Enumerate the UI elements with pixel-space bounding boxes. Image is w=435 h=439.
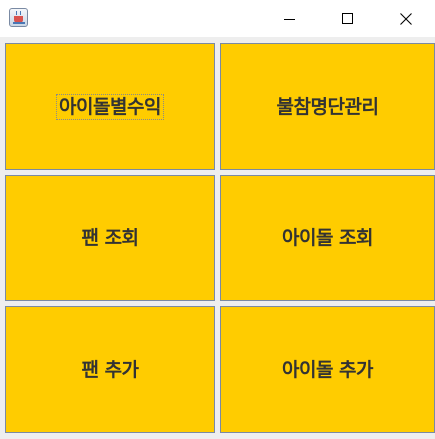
idol-search-button[interactable]: 아이돌 조회 [220, 175, 435, 301]
add-fan-button[interactable]: 팬 추가 [5, 306, 215, 433]
idol-revenue-button[interactable]: 아이돌별수익 [5, 43, 215, 170]
close-icon [400, 12, 412, 25]
button-grid: 아이돌별수익 불참명단관리 팬 조회 아이돌 조회 팬 추가 아이돌 추가 [5, 43, 435, 435]
close-button[interactable] [377, 0, 435, 37]
add-idol-label: 아이돌 추가 [281, 358, 374, 381]
add-fan-label: 팬 추가 [81, 358, 139, 381]
idol-revenue-label: 아이돌별수익 [56, 93, 164, 120]
content-panel: 아이돌별수익 불참명단관리 팬 조회 아이돌 조회 팬 추가 아이돌 추가 [0, 37, 435, 439]
app-window: 아이돌별수익 불참명단관리 팬 조회 아이돌 조회 팬 추가 아이돌 추가 [0, 0, 435, 439]
fan-search-button[interactable]: 팬 조회 [5, 175, 215, 301]
absence-list-label: 불참명단관리 [276, 95, 379, 118]
fan-search-label: 팬 조회 [81, 227, 139, 249]
maximize-icon [342, 12, 353, 24]
maximize-button[interactable] [319, 0, 377, 37]
title-bar[interactable] [0, 0, 435, 37]
idol-search-label: 아이돌 조회 [281, 227, 374, 249]
absence-list-button[interactable]: 불참명단관리 [220, 43, 435, 170]
minimize-icon [284, 18, 295, 20]
add-idol-button[interactable]: 아이돌 추가 [220, 306, 435, 433]
minimize-button[interactable] [261, 0, 319, 37]
java-cup-icon[interactable] [9, 8, 28, 27]
